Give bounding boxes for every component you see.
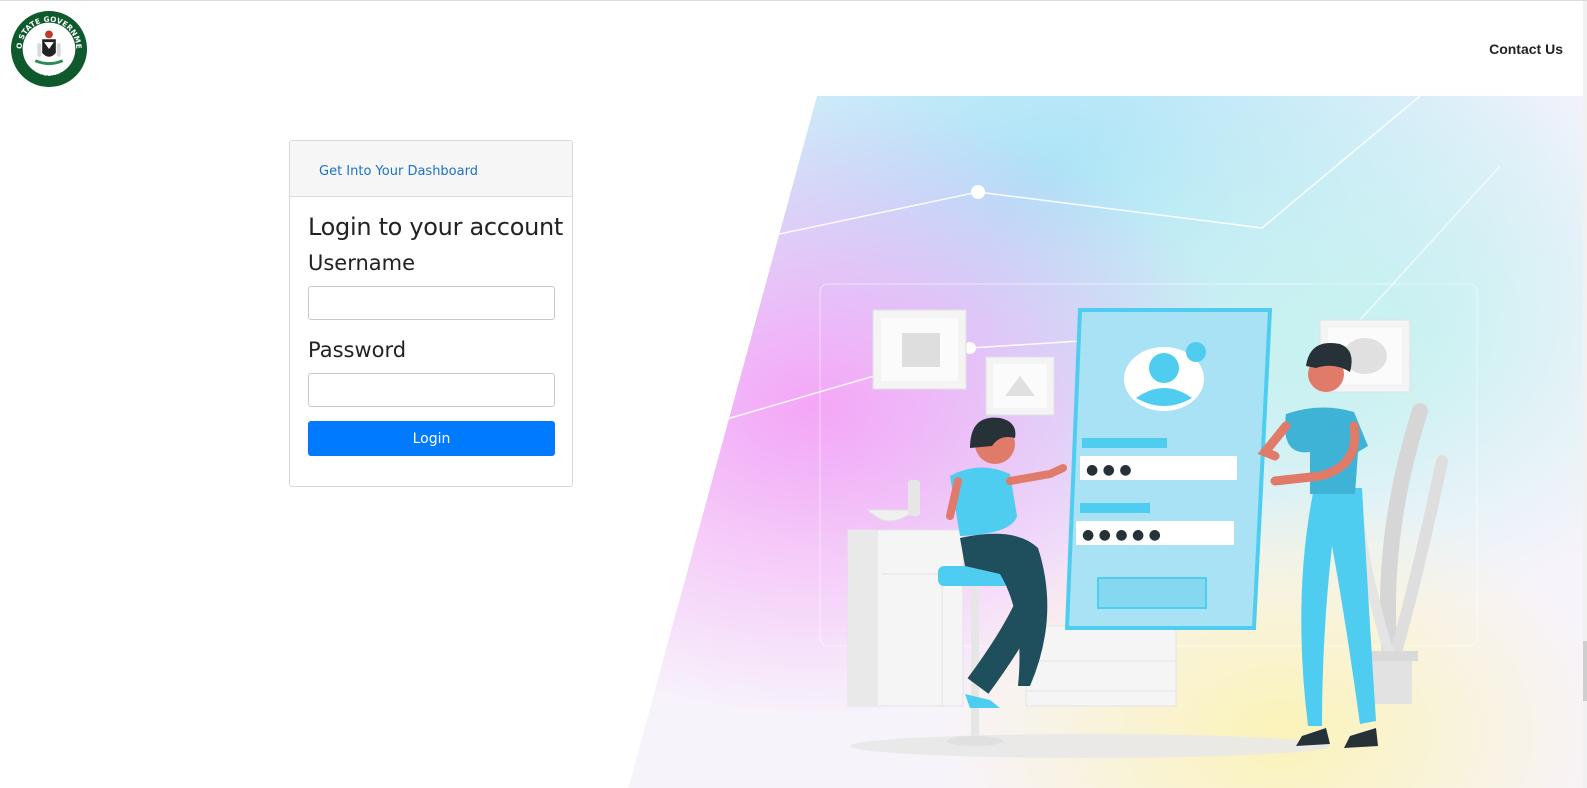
login-title: Login to your account	[308, 213, 564, 241]
username-dots: ● ● ●	[1086, 462, 1132, 478]
login-screen-illustration: ● ● ● ● ● ● ● ●	[1064, 308, 1273, 630]
password-label: Password	[308, 338, 407, 362]
page-scrollbar[interactable]	[1583, 1, 1587, 788]
password-input[interactable]	[308, 373, 555, 407]
edo-state-logo[interactable]: EDO STATE GOVERNMENT NIGERIA	[10, 10, 88, 88]
scrollbar-thumb[interactable]	[1583, 641, 1587, 701]
card-body: Login to your account Username Password …	[290, 197, 572, 456]
wall-frame-triangle	[985, 356, 1055, 416]
login-page: EDO STATE GOVERNMENT NIGERIA Contact Us …	[0, 0, 1587, 788]
username-label: Username	[308, 251, 416, 275]
card-header: Get Into Your Dashboard	[290, 141, 572, 197]
contact-us-link[interactable]: Contact Us	[1489, 41, 1563, 57]
username-input[interactable]	[308, 286, 555, 320]
wall-frame-left	[872, 309, 967, 390]
login-button[interactable]: Login	[308, 421, 555, 456]
login-card: Get Into Your Dashboard Login to your ac…	[289, 140, 573, 487]
login-illustration: ● ● ● ● ● ● ● ●	[628, 96, 1587, 788]
dashboard-link[interactable]: Get Into Your Dashboard	[319, 164, 478, 179]
password-dots: ● ● ● ● ●	[1082, 527, 1161, 543]
